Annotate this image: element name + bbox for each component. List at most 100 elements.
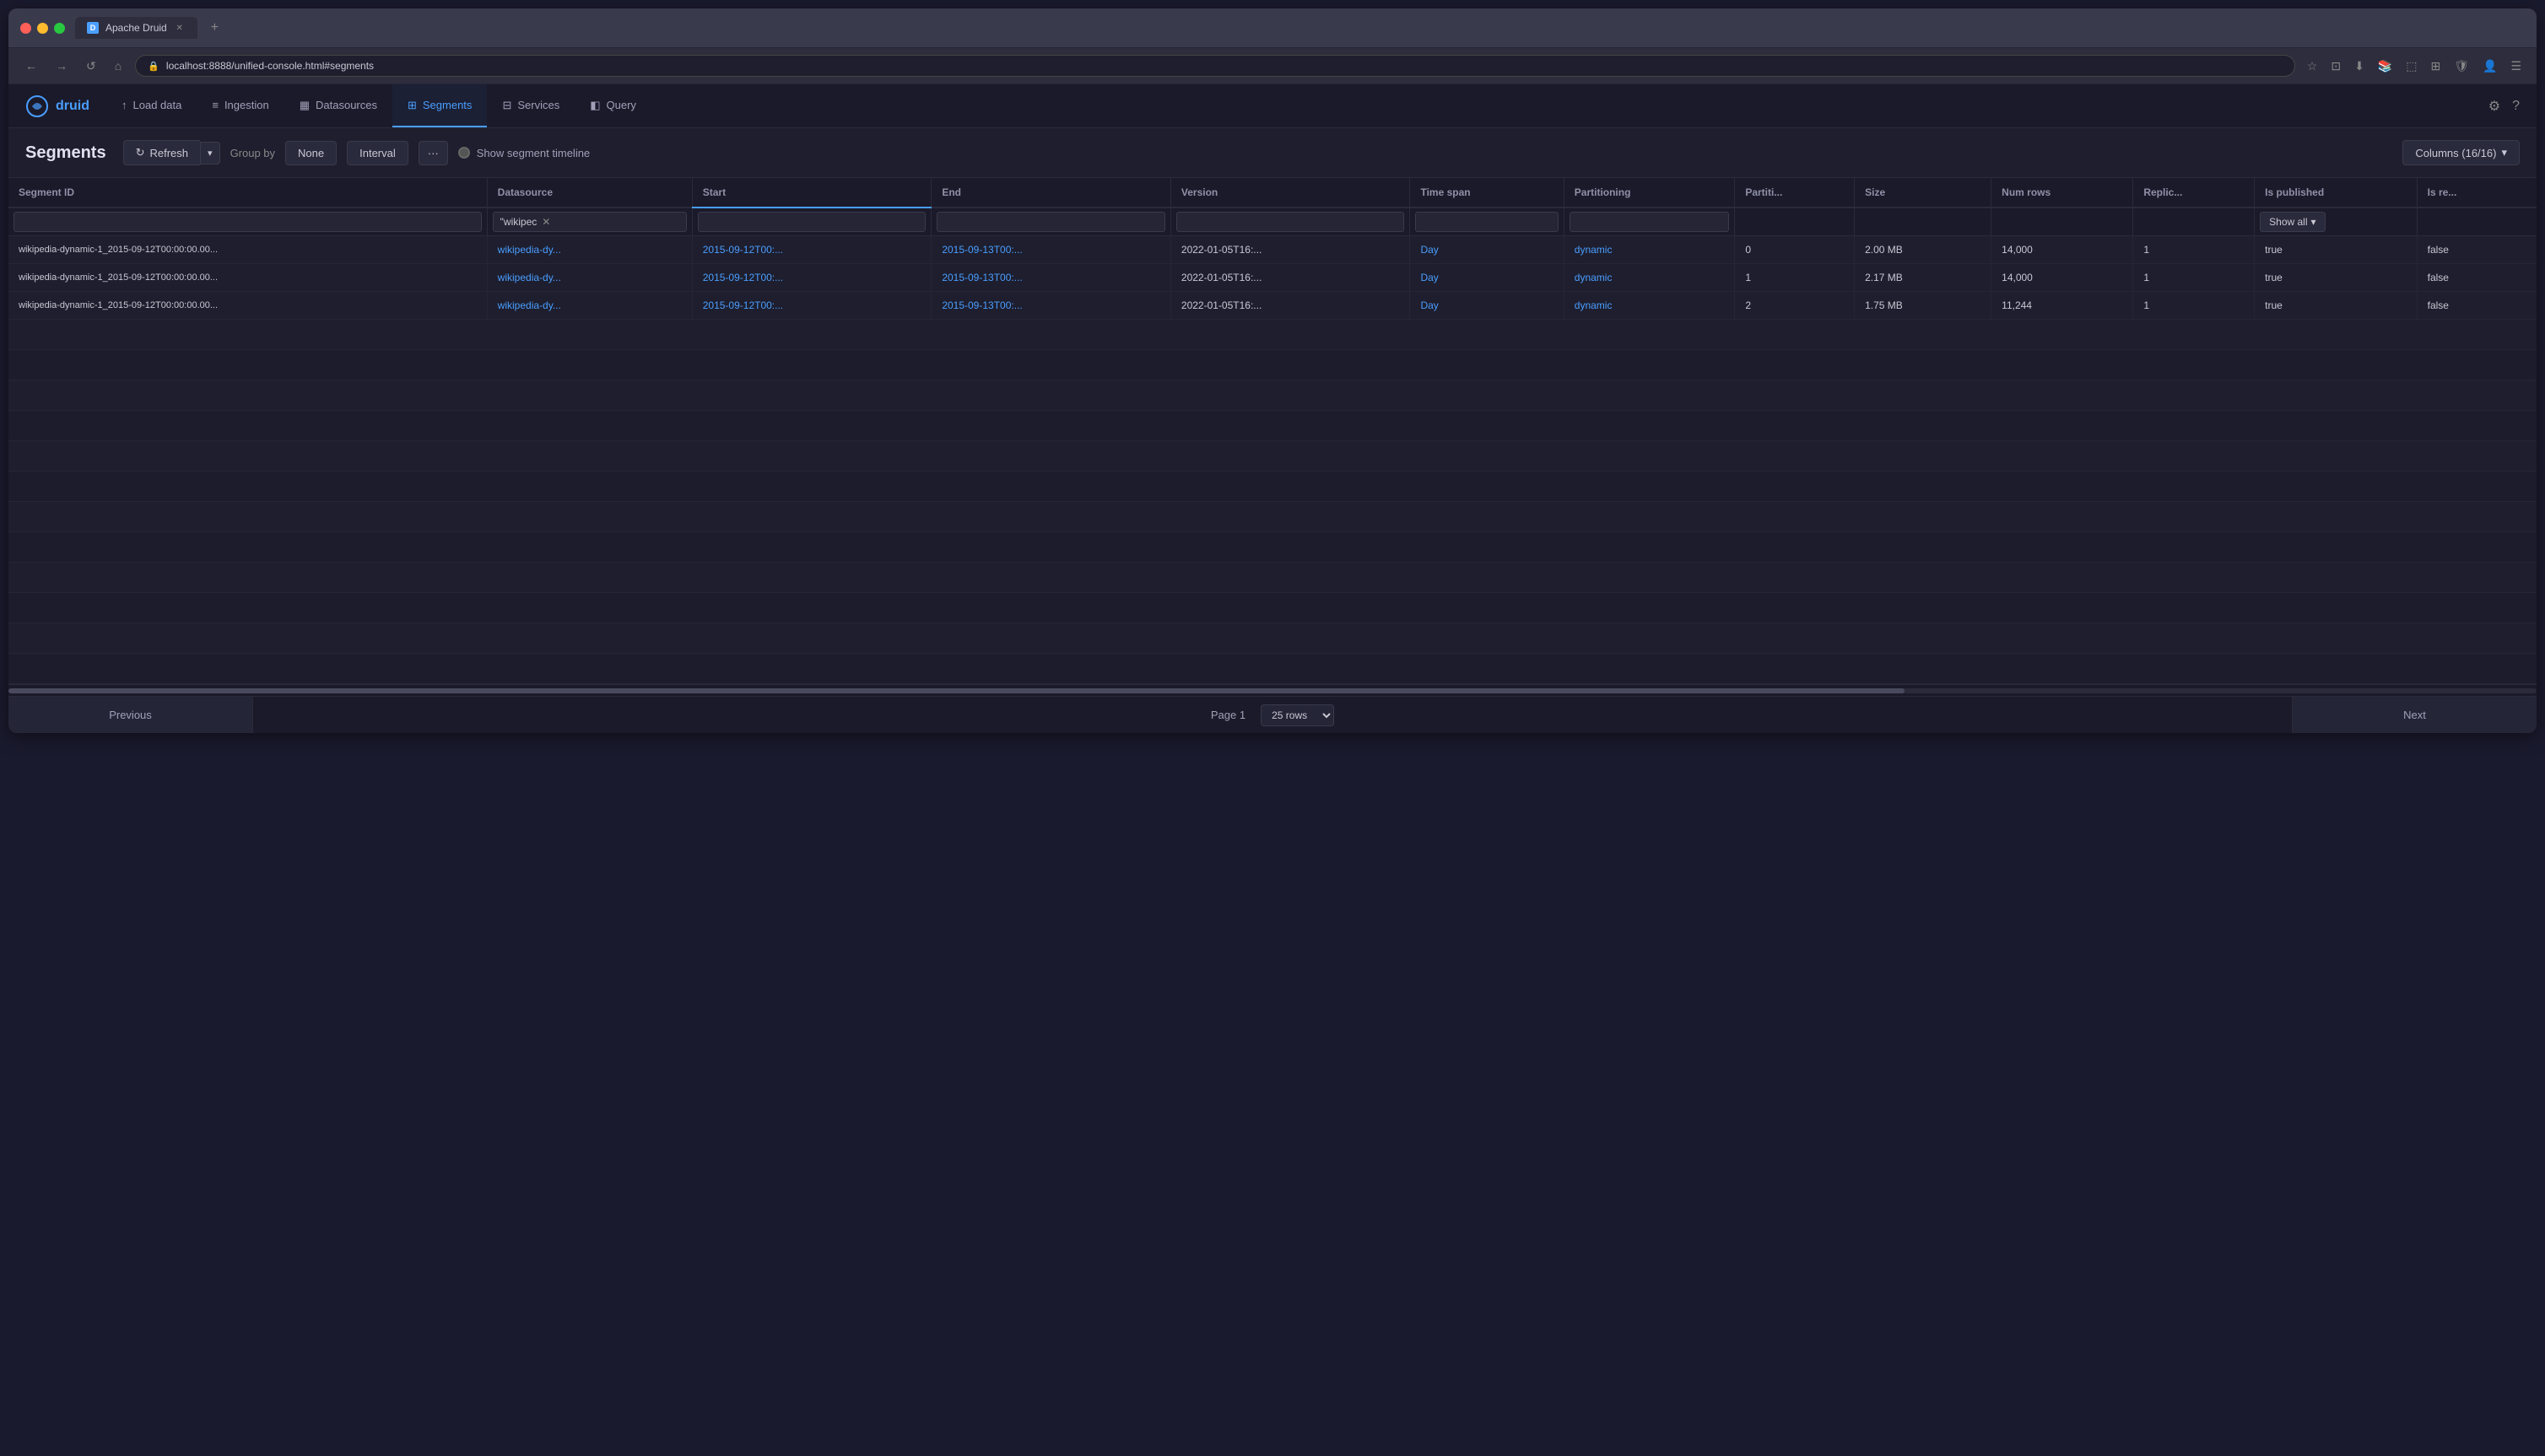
datasource-filter-tag: "wikipec ✕ xyxy=(493,212,687,232)
download-icon[interactable]: ⬇ xyxy=(2351,56,2368,77)
start-link[interactable]: 2015-09-12T00:... xyxy=(703,299,783,311)
cell-size: 2.00 MB xyxy=(1855,236,1991,264)
empty-row xyxy=(8,563,2537,593)
column-header-size[interactable]: Size xyxy=(1855,178,1991,208)
datasource-link[interactable]: wikipedia-dy... xyxy=(498,272,561,283)
interval-button[interactable]: Interval xyxy=(347,141,408,165)
end-link[interactable]: 2015-09-13T00:... xyxy=(942,244,1022,256)
table-row: wikipedia-dynamic-1_2015-09-12T00:00:00.… xyxy=(8,236,2537,264)
datasource-link[interactable]: wikipedia-dy... xyxy=(498,244,561,256)
settings-icon[interactable]: ⚙ xyxy=(2488,98,2500,115)
end-link[interactable]: 2015-09-13T00:... xyxy=(942,272,1022,283)
ingestion-icon: ≡ xyxy=(212,99,219,111)
timeline-toggle[interactable]: Show segment timeline xyxy=(458,147,590,159)
horizontal-scrollbar[interactable] xyxy=(8,684,2537,696)
menu-icon[interactable]: ☰ xyxy=(2507,56,2525,77)
end-filter-input[interactable] xyxy=(937,212,1165,232)
new-tab-button[interactable]: + xyxy=(208,17,222,39)
cell-datasource: wikipedia-dy... xyxy=(487,292,692,320)
nav-item-datasources[interactable]: ▦ Datasources xyxy=(284,84,392,127)
group-by-none-button[interactable]: None xyxy=(285,141,337,165)
rows-per-page-select[interactable]: 25 rows 50 rows 100 rows xyxy=(1261,704,1334,726)
nav-items: ↑ Load data ≡ Ingestion ▦ Datasources ⊞ … xyxy=(106,84,651,127)
column-header-replicas[interactable]: Replic... xyxy=(2133,178,2255,208)
nav-item-query[interactable]: ◧ Query xyxy=(575,84,651,127)
refresh-button-group: ↻ Refresh ▾ xyxy=(123,140,220,165)
more-options-button[interactable]: ··· xyxy=(419,141,448,165)
scrollbar-thumb[interactable] xyxy=(8,688,1905,693)
empty-row xyxy=(8,593,2537,623)
segment-id-filter-input[interactable] xyxy=(14,212,482,232)
load-data-icon: ↑ xyxy=(122,99,127,111)
group-by-label: Group by xyxy=(230,147,275,159)
column-header-is-realtime[interactable]: Is re... xyxy=(2417,178,2537,208)
empty-row xyxy=(8,441,2537,472)
refresh-button[interactable]: ↻ Refresh xyxy=(123,140,200,165)
filter-tag-remove-button[interactable]: ✕ xyxy=(542,216,550,228)
help-icon[interactable]: ? xyxy=(2512,99,2520,114)
toggle-dot-icon xyxy=(458,147,470,159)
column-header-start[interactable]: Start xyxy=(692,178,932,208)
tab-close-button[interactable]: ✕ xyxy=(174,22,186,34)
reload-button[interactable]: ↺ xyxy=(81,56,101,77)
nav-item-label: Services xyxy=(517,99,559,111)
close-window-button[interactable] xyxy=(20,23,31,34)
cell-size: 2.17 MB xyxy=(1855,264,1991,292)
grid-icon[interactable]: ⊞ xyxy=(2427,56,2444,77)
address-bar[interactable]: 🔒 localhost:8888/unified-console.html#se… xyxy=(135,55,2295,77)
nav-item-label: Query xyxy=(607,99,636,111)
filter-row: "wikipec ✕ xyxy=(8,208,2537,236)
version-filter-input[interactable] xyxy=(1176,212,1405,232)
time-span-filter-input[interactable] xyxy=(1415,212,1558,232)
nav-item-label: Ingestion xyxy=(224,99,269,111)
nav-item-segments[interactable]: ⊞ Segments xyxy=(392,84,487,127)
refresh-dropdown-button[interactable]: ▾ xyxy=(200,142,220,164)
cell-is-realtime: false xyxy=(2417,292,2537,320)
library-icon[interactable]: 📚 xyxy=(2375,56,2396,77)
start-link[interactable]: 2015-09-12T00:... xyxy=(703,272,783,283)
sidebar-icon[interactable]: ⬚ xyxy=(2402,56,2420,77)
shield-icon[interactable]: 🛡 xyxy=(2450,56,2472,77)
end-link[interactable]: 2015-09-13T00:... xyxy=(942,299,1022,311)
column-header-time-span[interactable]: Time span xyxy=(1410,178,1564,208)
column-header-num-rows[interactable]: Num rows xyxy=(1991,178,2133,208)
cell-end: 2015-09-13T00:... xyxy=(932,292,1171,320)
cell-version: 2022-01-05T16:... xyxy=(1170,236,1410,264)
back-button[interactable]: ← xyxy=(20,56,42,76)
page-info: Page 1 25 rows 50 rows 100 rows xyxy=(253,704,2292,726)
nav-item-services[interactable]: ⊟ Services xyxy=(487,84,575,127)
column-header-is-published[interactable]: Is published xyxy=(2255,178,2417,208)
maximize-window-button[interactable] xyxy=(54,23,65,34)
column-header-segment-id[interactable]: Segment ID xyxy=(8,178,487,208)
empty-row xyxy=(8,623,2537,654)
start-filter-input[interactable] xyxy=(698,212,927,232)
partitioning-filter-input[interactable] xyxy=(1570,212,1730,232)
column-header-datasource[interactable]: Datasource xyxy=(487,178,692,208)
cell-datasource: wikipedia-dy... xyxy=(487,264,692,292)
column-header-end[interactable]: End xyxy=(932,178,1171,208)
column-header-version[interactable]: Version xyxy=(1170,178,1410,208)
show-all-label: Show all xyxy=(2269,216,2307,228)
previous-page-button[interactable]: Previous xyxy=(8,697,253,733)
minimize-window-button[interactable] xyxy=(37,23,48,34)
start-link[interactable]: 2015-09-12T00:... xyxy=(703,244,783,256)
column-header-partitioning[interactable]: Partitioning xyxy=(1564,178,1735,208)
show-all-button[interactable]: Show all ▾ xyxy=(2260,212,2325,232)
bookmark-icon[interactable]: ☆ xyxy=(2304,56,2321,77)
pocket-icon[interactable]: ⊡ xyxy=(2327,56,2344,77)
page-header: Segments ↻ Refresh ▾ Group by None Inter… xyxy=(8,128,2537,178)
datasource-link[interactable]: wikipedia-dy... xyxy=(498,299,561,311)
nav-item-load-data[interactable]: ↑ Load data xyxy=(106,84,197,127)
next-page-button[interactable]: Next xyxy=(2292,697,2537,733)
browser-tab[interactable]: D Apache Druid ✕ xyxy=(75,17,197,39)
columns-button[interactable]: Columns (16/16) ▾ xyxy=(2402,140,2520,165)
forward-button[interactable]: → xyxy=(51,56,73,76)
nav-item-ingestion[interactable]: ≡ Ingestion xyxy=(197,84,284,127)
column-header-partition-num[interactable]: Partiti... xyxy=(1735,178,1855,208)
logo-text: druid xyxy=(56,99,89,114)
home-button[interactable]: ⌂ xyxy=(110,56,127,76)
browser-window: D Apache Druid ✕ + ← → ↺ ⌂ 🔒 localhost:8… xyxy=(8,8,2537,733)
timeline-label: Show segment timeline xyxy=(477,147,590,159)
cell-num-rows: 11,244 xyxy=(1991,292,2133,320)
profile-icon[interactable]: 👤 xyxy=(2479,56,2500,77)
